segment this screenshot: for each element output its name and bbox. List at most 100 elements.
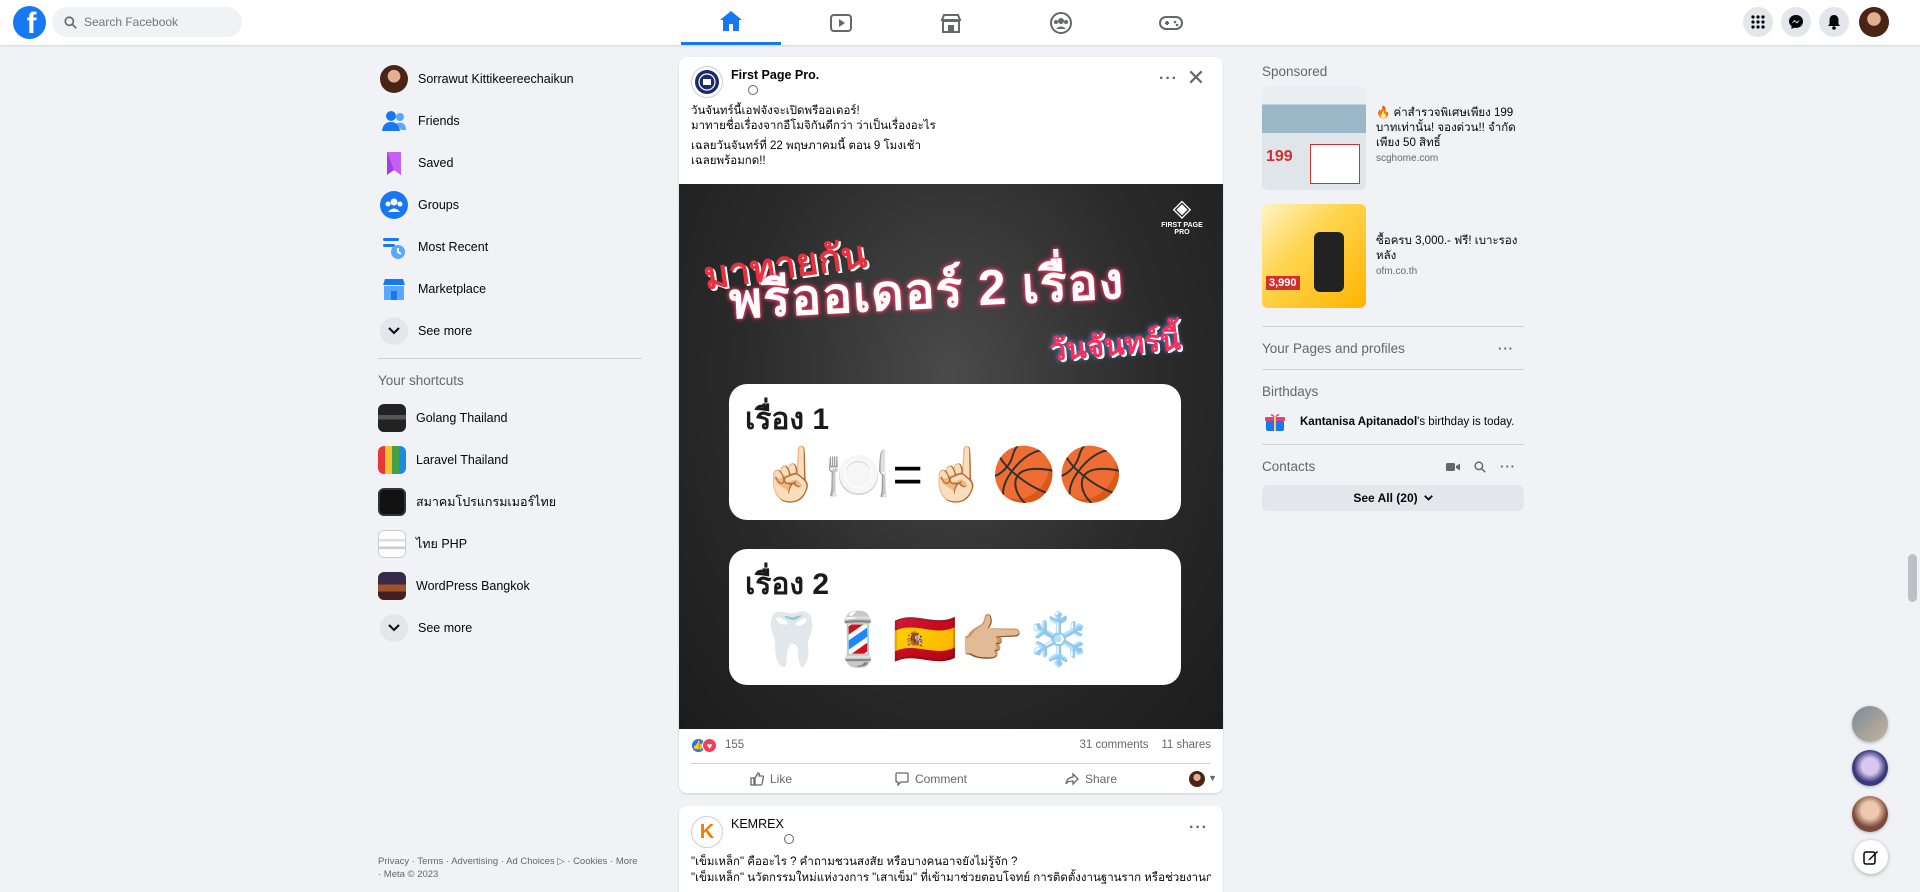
see-more-shortcuts-button[interactable]: See more (378, 607, 642, 649)
footer-links[interactable]: Privacy · Terms · Advertising · Ad Choic… (378, 855, 642, 881)
shortcut-label: ไทย PHP (416, 537, 468, 551)
love-reaction-icon: ♥ (702, 738, 717, 753)
groups-icon (1050, 11, 1072, 34)
shortcut-item[interactable]: Golang Thailand (378, 397, 642, 439)
chat-head[interactable] (1852, 706, 1888, 742)
bookmark-icon (380, 149, 408, 177)
video-call-icon[interactable] (1446, 462, 1460, 472)
post-text-line: "เข็มเหล็ก" นวัตกรรมใหม่แห่งวงการ "เสาเข… (691, 872, 1211, 884)
sponsored-ad[interactable]: 3,990 ซื้อครบ 3,000.- ฟรี! เบาะรองหลัง o… (1262, 204, 1524, 320)
sidebar-item-saved[interactable]: Saved (378, 142, 642, 184)
sidebar-item-profile[interactable]: Sorrawut Kittikeereechaikun (378, 58, 642, 100)
post-actions: Like Comment Share ▼ (691, 763, 1217, 794)
comments-count[interactable]: 31 comments (1080, 739, 1149, 751)
divider (1262, 369, 1524, 370)
shares-count[interactable]: 11 shares (1161, 739, 1211, 751)
scrollbar[interactable] (1905, 46, 1920, 892)
post-author[interactable]: KEMREX (731, 817, 784, 831)
birthday-name[interactable]: Kantanisa Apitanadol (1300, 416, 1417, 428)
see-more-button[interactable]: See more (378, 310, 642, 352)
ad-image: 199 (1262, 86, 1366, 190)
avatar (380, 65, 408, 93)
globe-icon (784, 834, 794, 844)
post-text-line: เฉลยวันจันทร์ที่ 22 พฤษภาคมนี้ ตอน 9 โมง… (691, 140, 922, 152)
facebook-logo[interactable]: f (13, 6, 46, 39)
share-as-selector[interactable]: ▼ (1171, 764, 1217, 794)
comment-button[interactable]: Comment (851, 766, 1011, 792)
shortcut-thumbnail (378, 572, 406, 600)
chat-head[interactable] (1852, 796, 1888, 832)
new-message-button[interactable] (1854, 840, 1888, 874)
birthday-item[interactable]: Kantanisa Apitanadol's birthday is today… (1262, 406, 1524, 438)
top-navigation-bar: f (0, 0, 1920, 45)
image-tag: วันจันทร์นี้ (1047, 323, 1183, 368)
emoji-card: เรื่อง 1 ☝🏻🍽️=☝🏻🏀🏀 (729, 384, 1181, 520)
tab-watch[interactable] (791, 0, 891, 45)
messenger-button[interactable] (1781, 7, 1811, 37)
bell-icon (1828, 15, 1840, 30)
tab-marketplace[interactable] (901, 0, 1001, 45)
marketplace-icon (380, 275, 408, 303)
shortcut-thumbnail (378, 446, 406, 474)
more-options-icon[interactable]: ··· (1189, 819, 1208, 837)
ad-url: scghome.com (1376, 153, 1439, 164)
more-options-icon[interactable]: ··· (1498, 335, 1514, 363)
shortcut-item[interactable]: WordPress Bangkok (378, 565, 642, 607)
divider (1262, 444, 1524, 445)
ad-image: 3,990 (1262, 204, 1366, 308)
shortcut-thumbnail (378, 530, 406, 558)
sidebar-item-label: See more (418, 324, 473, 338)
avatar (1189, 770, 1205, 787)
scrollbar-thumb[interactable] (1908, 554, 1917, 602)
card-emojis: 🦷💈🇪🇸👉🏼❄️ (759, 611, 1093, 669)
chevron-down-icon (380, 317, 408, 345)
shortcut-label: Laravel Thailand (416, 453, 509, 467)
search-input[interactable] (84, 15, 224, 29)
sidebar-item-friends[interactable]: Friends (378, 100, 642, 142)
globe-icon (748, 85, 758, 95)
reactions-count[interactable]: 155 (725, 739, 744, 751)
search-box[interactable] (52, 7, 242, 37)
caret-down-icon: ▼ (1208, 772, 1217, 783)
post-author[interactable]: First Page Pro. (731, 68, 819, 82)
close-icon[interactable]: ✕ (1183, 65, 1209, 91)
post-image[interactable]: มาทายกัน พรีออเดอร์ 2 เรื่อง วันจันทร์นี… (679, 184, 1223, 729)
sponsored-ad[interactable]: 199 🔥 ค่าสำรวจพิเศษเพียง 199 บาทเท่านั้น… (1262, 86, 1524, 202)
more-options-icon[interactable]: ··· (1159, 70, 1178, 88)
sidebar-item-groups[interactable]: Groups (378, 184, 642, 226)
shortcut-label: Golang Thailand (416, 411, 508, 425)
tab-groups[interactable] (1011, 0, 1111, 45)
home-icon (720, 11, 742, 31)
page-avatar[interactable]: K (691, 816, 723, 848)
share-icon (1065, 771, 1079, 786)
sidebar-item-most-recent[interactable]: Most Recent (378, 226, 642, 268)
ad-text: ซื้อครบ 3,000.- ฟรี! เบาะรองหลัง (1376, 235, 1518, 262)
shortcut-item[interactable]: ไทย PHP (378, 523, 642, 565)
ad-price-tag: 3,990 (1266, 276, 1300, 290)
like-button[interactable]: Like (691, 766, 851, 792)
ad-text: 🔥 ค่าสำรวจพิเศษเพียง 199 บาทเท่านั้น! จอ… (1376, 107, 1516, 149)
notifications-button[interactable] (1819, 7, 1849, 37)
more-options-icon[interactable]: ··· (1500, 453, 1516, 481)
post-text-line: "เข็มเหล็ก" คืออะไร ? คำถามชวนสงสัย หรือ… (691, 856, 1018, 868)
shortcut-item[interactable]: สมาคมโปรแกรมเมอร์ไทย (378, 481, 642, 523)
search-icon[interactable] (1474, 461, 1486, 473)
sidebar-item-marketplace[interactable]: Marketplace (378, 268, 642, 310)
chevron-down-icon (1423, 495, 1433, 501)
page-avatar[interactable] (691, 66, 723, 98)
birthdays-title: Birthdays (1262, 384, 1319, 399)
profile-avatar[interactable] (1859, 7, 1889, 37)
reactions[interactable]: 👍 ♥ (691, 738, 717, 753)
shortcut-item[interactable]: Laravel Thailand (378, 439, 642, 481)
tab-gaming[interactable] (1121, 0, 1221, 45)
chat-head[interactable] (1852, 750, 1888, 786)
post-stats: 👍 ♥ 155 31 comments 11 shares (691, 736, 1211, 756)
tab-home[interactable] (681, 0, 781, 45)
shortcut-thumbnail (378, 488, 406, 516)
see-all-contacts-button[interactable]: See All (20) (1262, 485, 1524, 511)
sidebar-item-label: Saved (418, 156, 454, 170)
share-button[interactable]: Share (1011, 766, 1171, 792)
comments-shares: 31 comments 11 shares (1080, 739, 1211, 751)
menu-button[interactable] (1743, 7, 1773, 37)
post-text: วันจันทร์นี้เอฟจังจะเปิดพรีออเดอร์! มาทาย… (691, 104, 936, 174)
